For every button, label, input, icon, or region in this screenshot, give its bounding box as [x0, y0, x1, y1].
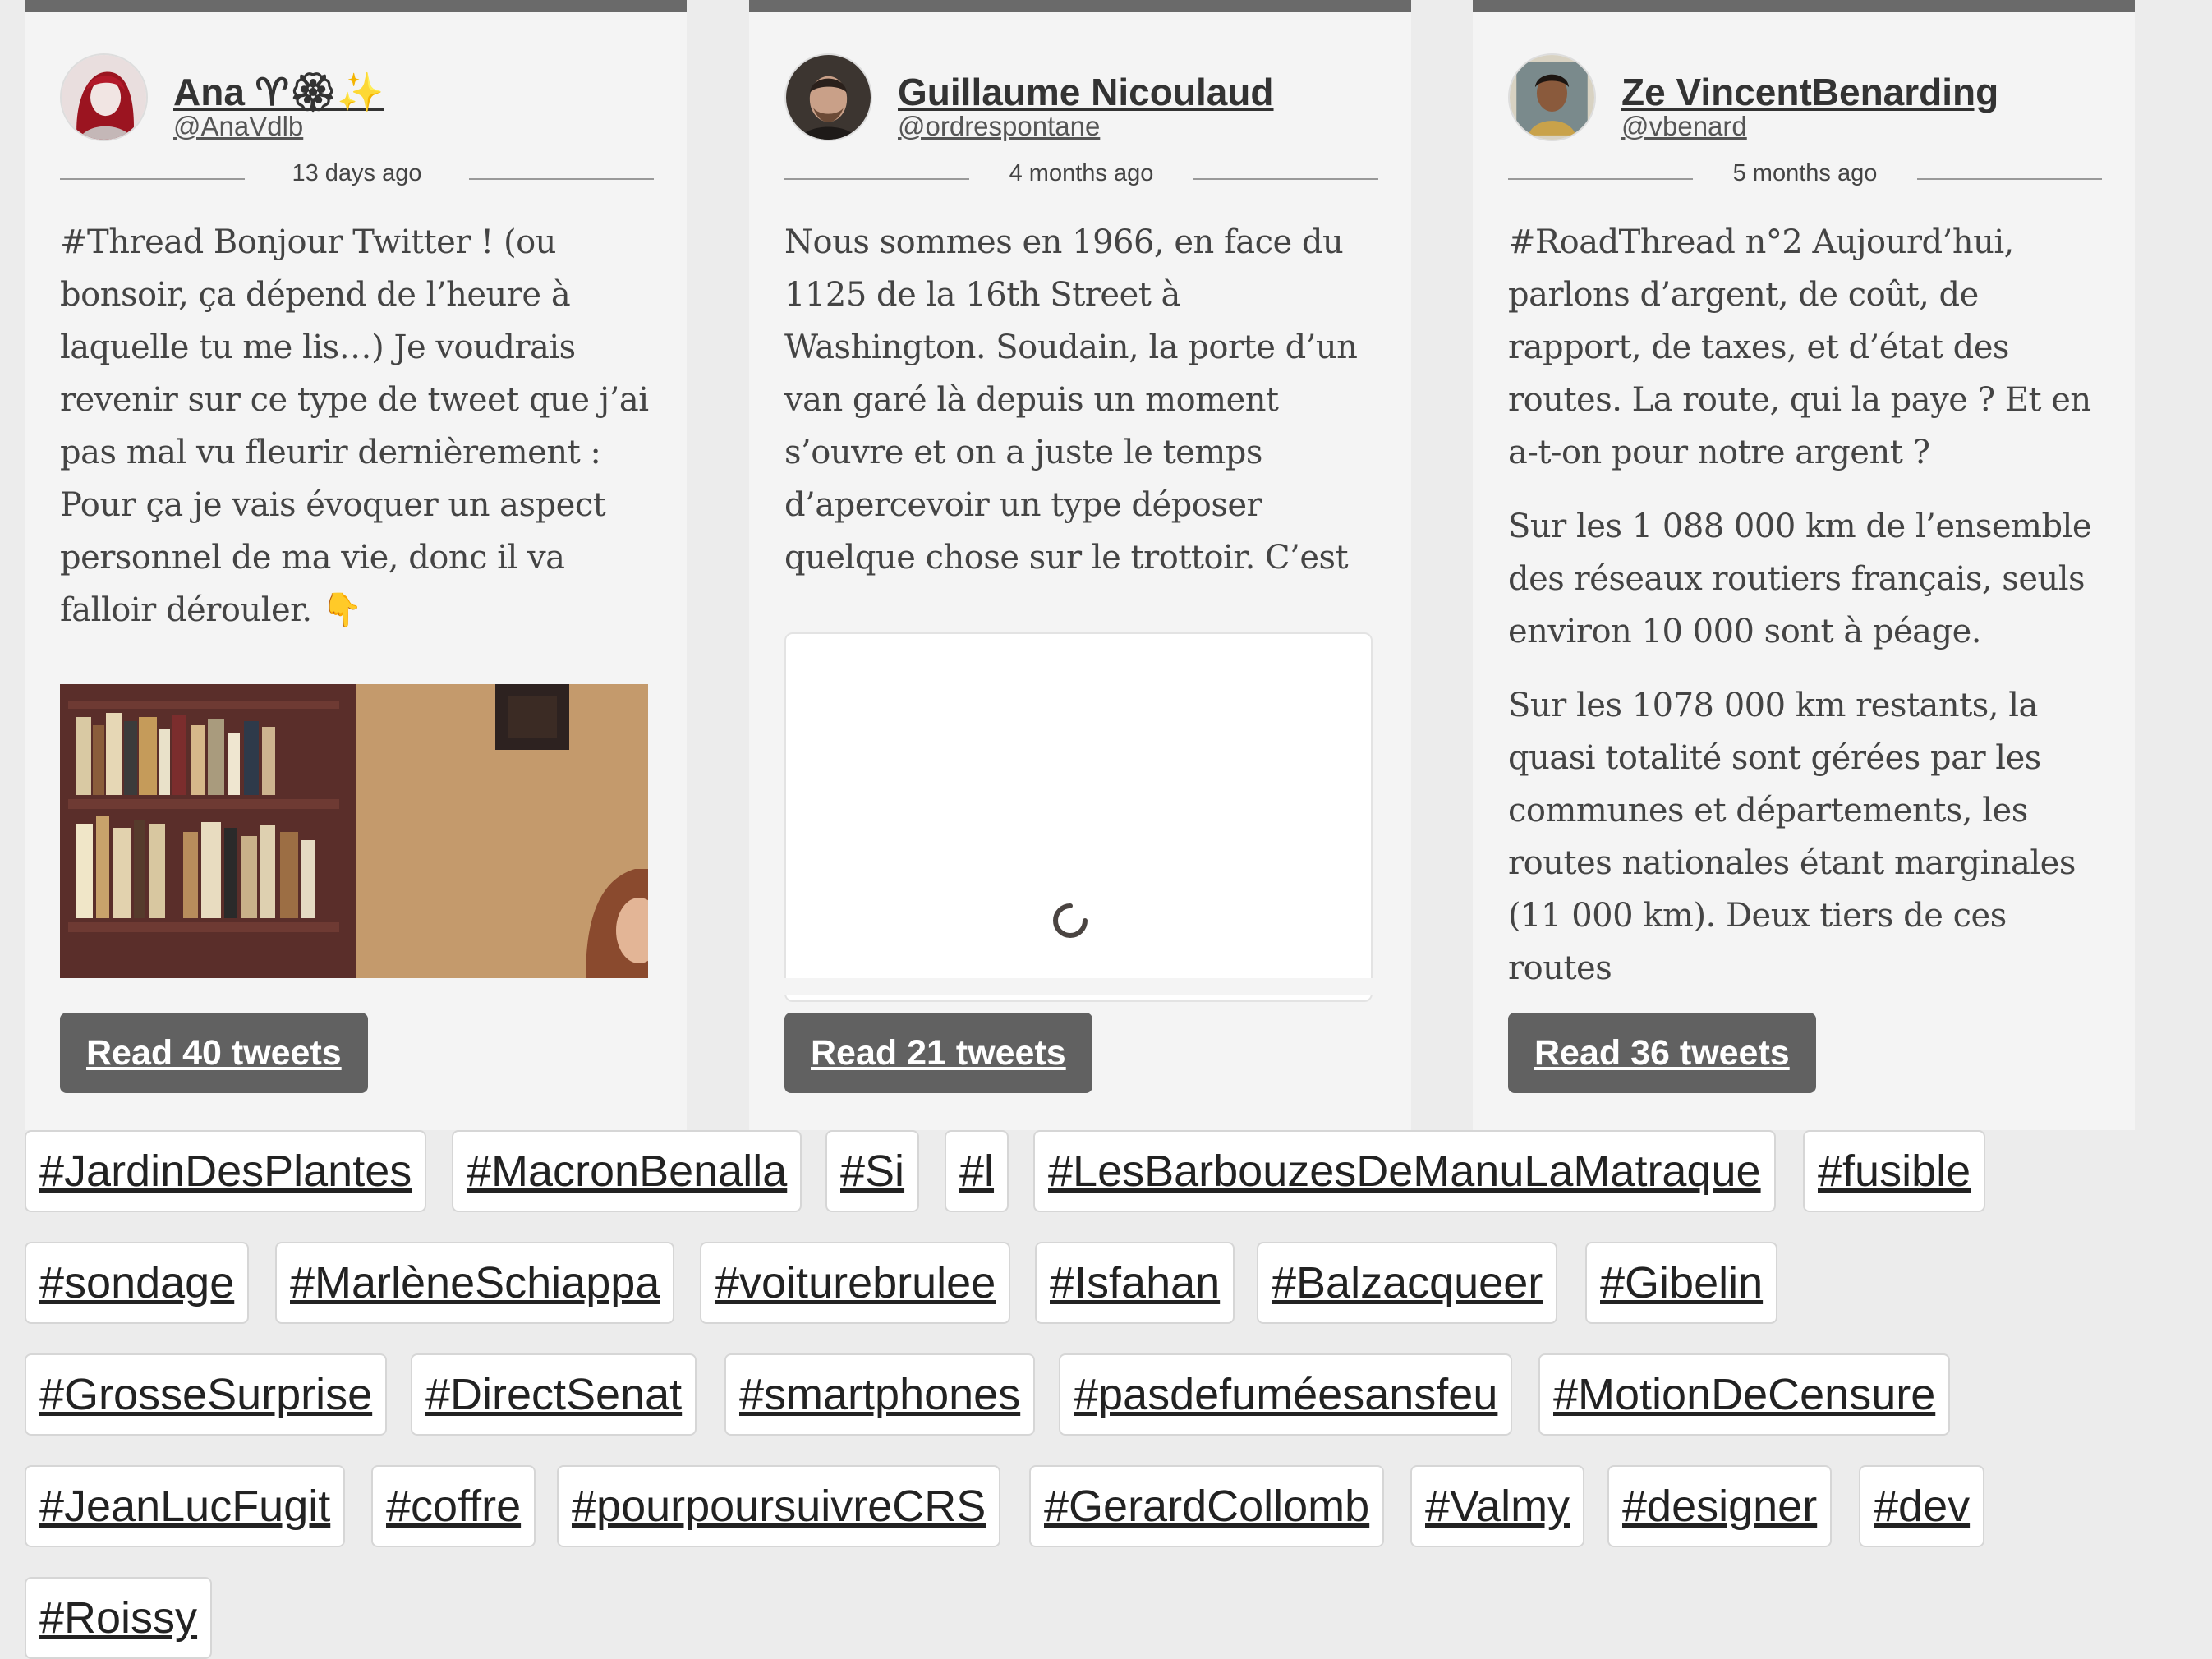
- timestamp: 5 months ago: [1508, 159, 2102, 200]
- hashtag-link[interactable]: #dev: [1859, 1465, 1985, 1547]
- read-tweets-button[interactable]: Read 40 tweets: [60, 1013, 368, 1093]
- read-tweets-button[interactable]: Read 21 tweets: [784, 1013, 1092, 1093]
- hashtag-link[interactable]: #Valmy: [1410, 1465, 1585, 1547]
- hashtag-link[interactable]: #smartphones: [724, 1353, 1036, 1436]
- author-handle[interactable]: @AnaVdlb: [173, 111, 303, 142]
- hashtag-link[interactable]: #Isfahan: [1035, 1242, 1235, 1324]
- card-fade: [749, 978, 1411, 995]
- tweet-text: Nous sommes en 1966, en face du 1125 de …: [784, 216, 1382, 594]
- hashtag-link[interactable]: #GerardCollomb: [1029, 1465, 1385, 1547]
- hashtag-link[interactable]: #voiturebrulee: [700, 1242, 1011, 1324]
- tweet-photo[interactable]: [60, 684, 648, 978]
- tweet-paragraph: #RoadThread n°2 Aujourd’hui, parlons d’a…: [1508, 223, 2091, 471]
- timestamp: 13 days ago: [60, 159, 654, 200]
- hashtag-link[interactable]: #Balzacqueer: [1257, 1242, 1558, 1324]
- tweet-embed[interactable]: [784, 632, 1373, 1002]
- tweet-paragraph: #Thread Bonjour Twitter ! (ou bonsoir, ç…: [60, 223, 649, 629]
- hashtag-link[interactable]: #Gibelin: [1585, 1242, 1778, 1324]
- tweet-text: #RoadThread n°2 Aujourd’hui, parlons d’a…: [1508, 216, 2105, 980]
- thread-card: Ana ♈︎🏵✨ @AnaVdlb 13 days ago #Thread Bo…: [25, 0, 687, 1130]
- avatar[interactable]: [60, 53, 148, 141]
- divider: [1917, 178, 2102, 180]
- card-header: Guillaume Nicoulaud @ordrespontane: [784, 53, 1378, 144]
- time-ago: 4 months ago: [1009, 160, 1154, 186]
- author-name[interactable]: Ana ♈︎🏵✨: [173, 70, 384, 115]
- author-name[interactable]: Ze VincentBenarding: [1621, 70, 1998, 114]
- tweet-paragraph: Sur les 1078 000 km restants, la quasi t…: [1508, 687, 2076, 980]
- author-handle[interactable]: @ordrespontane: [898, 111, 1100, 142]
- tweet-paragraph: Nous sommes en 1966, en face du 1125 de …: [784, 223, 1358, 594]
- thread-card: Guillaume Nicoulaud @ordrespontane 4 mon…: [749, 0, 1411, 1130]
- read-tweets-button[interactable]: Read 36 tweets: [1508, 1013, 1816, 1093]
- hashtag-link[interactable]: #Si: [825, 1130, 920, 1212]
- hashtag-link[interactable]: #l: [945, 1130, 1009, 1212]
- thread-cards: Ana ♈︎🏵✨ @AnaVdlb 13 days ago #Thread Bo…: [0, 0, 2212, 1130]
- thread-card: Ze VincentBenarding @vbenard 5 months ag…: [1473, 0, 2135, 1130]
- author-name[interactable]: Guillaume Nicoulaud: [898, 70, 1274, 114]
- hashtag-link[interactable]: #coffre: [371, 1465, 536, 1547]
- tweet-paragraph: Sur les 1 088 000 km de l’ensemble des r…: [1508, 508, 2092, 650]
- hashtag-link[interactable]: #pasdefuméesansfeu: [1059, 1353, 1513, 1436]
- hashtag-link[interactable]: #MacronBenalla: [452, 1130, 802, 1212]
- time-ago: 13 days ago: [292, 160, 422, 186]
- card-header: Ze VincentBenarding @vbenard: [1508, 53, 2102, 144]
- hashtag-link[interactable]: #DirectSenat: [411, 1353, 697, 1436]
- hashtag-link[interactable]: #designer: [1607, 1465, 1833, 1547]
- hashtag-link[interactable]: #GrosseSurprise: [25, 1353, 388, 1436]
- timestamp: 4 months ago: [784, 159, 1378, 200]
- hashtag-link[interactable]: #LesBarbouzesDeManuLaMatraque: [1033, 1130, 1776, 1212]
- hashtag-link[interactable]: #pourpoursuivreCRS: [557, 1465, 1001, 1547]
- hashtag-link[interactable]: #JeanLucFugit: [25, 1465, 346, 1547]
- hashtag-link[interactable]: #sondage: [25, 1242, 250, 1324]
- card-header: Ana ♈︎🏵✨ @AnaVdlb: [60, 53, 654, 144]
- avatar-image: [62, 55, 146, 140]
- loading-spinner-icon: [1053, 903, 1088, 938]
- avatar-image: [1510, 55, 1594, 140]
- avatar[interactable]: [1508, 53, 1596, 141]
- author-handle[interactable]: @vbenard: [1621, 111, 1747, 142]
- hashtag-link[interactable]: #MarlèneSchiappa: [275, 1242, 675, 1324]
- avatar[interactable]: [784, 53, 872, 141]
- hashtag-link[interactable]: #fusible: [1803, 1130, 1986, 1212]
- bookshelf-photo: [60, 684, 648, 978]
- hashtag-link[interactable]: #Roissy: [25, 1577, 213, 1659]
- hashtag-link[interactable]: #JardinDesPlantes: [25, 1130, 427, 1212]
- tweet-text: #Thread Bonjour Twitter ! (ou bonsoir, ç…: [60, 216, 657, 643]
- divider: [1193, 178, 1378, 180]
- hashtag-link[interactable]: #MotionDeCensure: [1538, 1353, 1951, 1436]
- time-ago: 5 months ago: [1732, 160, 1878, 186]
- divider: [469, 178, 654, 180]
- avatar-image: [786, 55, 871, 140]
